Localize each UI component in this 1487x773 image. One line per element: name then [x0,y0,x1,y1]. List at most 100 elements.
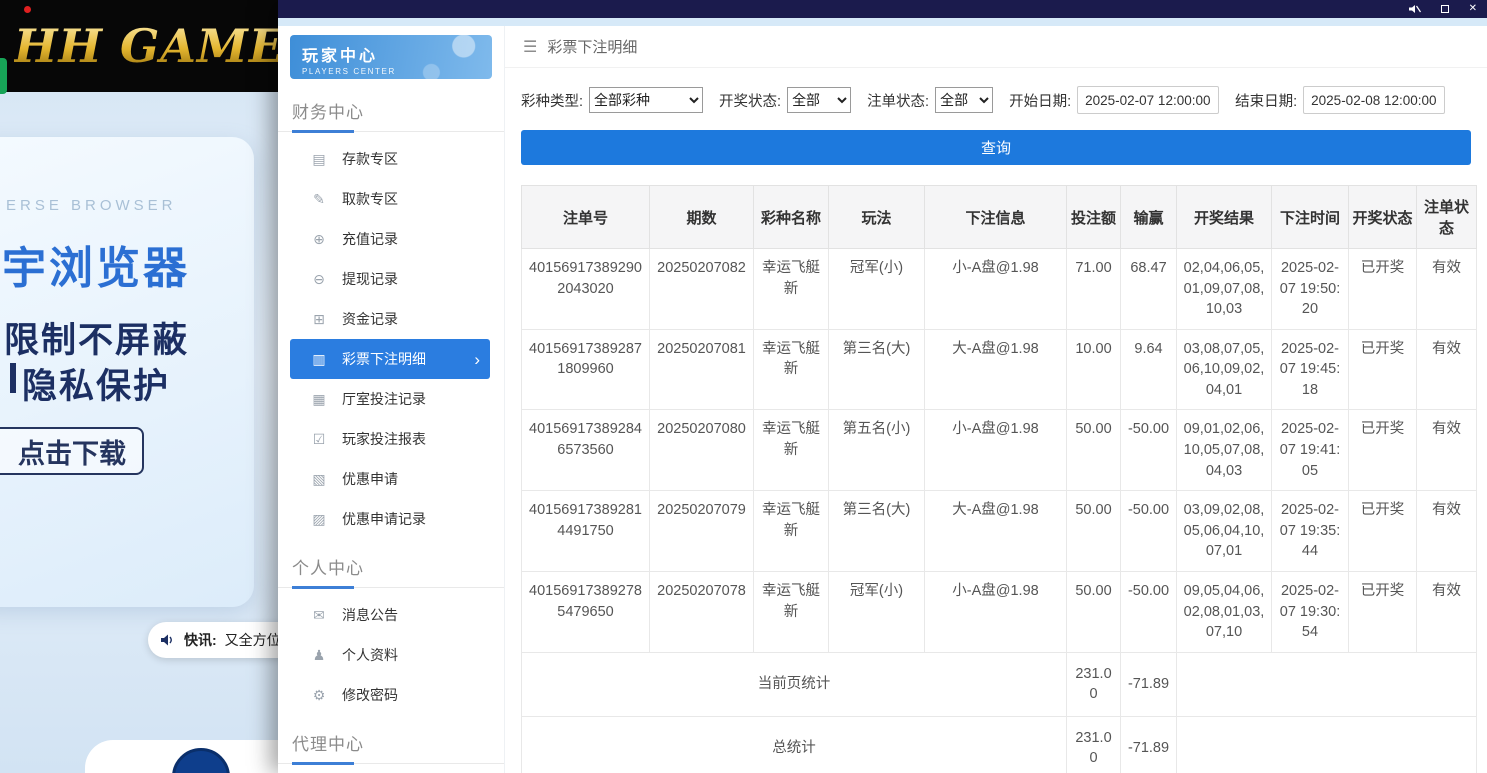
green-tab-decoration [0,58,7,94]
speaker-icon [161,634,172,646]
sidebar-item-label: 消息公告 [342,607,398,623]
sidebar-sections: 财务中心 ▤ 存款专区 ✎ 取款专区 ⊕ 充值记录 ⊖ 提现记录 ⊞ 资金记录 ▥ 彩票下注明细 › ▦ 厅室… [278,83,504,765]
cell-bet-info: 小-A盘@1.98 [924,570,1067,653]
promo-apply-icon: ▧ [312,470,326,487]
cell-draw-status: 已开奖 [1348,409,1417,492]
sidebar-item-deposit[interactable]: ▤ 存款专区 [290,139,490,179]
sidebar-item-recharge-record[interactable]: ⊕ 充值记录 [290,219,490,259]
cell-lottery-name: 幸运飞艇新 [753,570,829,653]
sidebar-item-label: 取款专区 [342,191,398,207]
red-dot-icon [24,6,31,13]
cell-lottery-name: 幸运飞艇新 [753,490,829,572]
cell-period: 20250207078 [649,570,754,653]
search-button[interactable]: 查询 [521,130,1471,165]
cell-play: 第三名(大) [828,328,925,411]
column-header-bet-amount: 投注额 [1066,185,1121,249]
sidebar-item-label: 厅室投注记录 [342,391,426,407]
lottery-type-select[interactable]: 全部彩种 [589,87,704,113]
mute-icon[interactable] [1408,4,1421,14]
cell-bet-time: 2025-02-07 19:30:54 [1271,570,1349,653]
sidebar-item-withdraw[interactable]: ✎ 取款专区 [290,179,490,219]
summary-empty [1176,651,1477,717]
site-logo: HH GAME [14,19,278,73]
page-header: ☰ 彩票下注明细 [505,26,1487,68]
sidebar-item-announcement[interactable]: ✉ 消息公告 [290,595,490,635]
sidebar-item-promo-apply[interactable]: ▧ 优惠申请 [290,459,490,499]
sidebar-section-label: 个人中心 [278,539,504,589]
promo-line3-clipped-stroke [10,363,16,393]
cell-bet-info: 大-A盘@1.98 [924,490,1067,572]
site-background: ERSE BROWSER 宇浏览器 限制不屏蔽 隐私保护 点击下载 快讯: 又全… [0,92,278,773]
hamburger-menu-icon[interactable]: ☰ [523,37,537,57]
ticker-label: 快讯: [184,632,217,648]
table-row: 401569173892785479650 20250207078 幸运飞艇新 冠军(… [521,570,1477,653]
sidebar-item-player-bet-report[interactable]: ☑ 玩家投注报表 [290,419,490,459]
table-row: 401569173892814491750 20250207079 幸运飞艇新 第三名… [521,490,1477,572]
sidebar-item-profile[interactable]: ♟ 个人资料 [290,635,490,675]
chevron-right-icon: › [474,349,480,369]
cell-bet-amount: 71.00 [1066,248,1121,330]
download-button[interactable]: 点击下载 [0,427,144,475]
cell-draw-status: 已开奖 [1348,248,1417,330]
sidebar-item-funds-record[interactable]: ⊞ 资金记录 [290,299,490,339]
maximize-icon[interactable] [1440,5,1449,13]
lottery-bet-detail-icon: ▥ [312,350,326,367]
cell-period: 20250207082 [649,248,754,330]
cell-bet-info: 小-A盘@1.98 [924,409,1067,492]
cell-order-status: 有效 [1416,570,1477,653]
column-header-draw-status: 开奖状态 [1348,185,1417,249]
cell-bet-info: 小-A盘@1.98 [924,248,1067,330]
cell-bet-time: 2025-02-07 19:41:05 [1271,409,1349,492]
order-status-select[interactable]: 全部 [935,87,994,113]
start-date-input[interactable] [1077,86,1220,114]
promo-apply-record-icon: ▨ [312,510,326,527]
announcement-icon: ✉ [313,606,325,623]
bet-table: 注单号 期数 彩种名称 玩法 下注信息 投注额 输赢 开奖结果 下注时间 开奖状态 注单状态 401… [521,185,1477,773]
cell-order-id: 401569173892785479650 [521,570,650,653]
filter-bar: 彩种类型: 全部彩种 开奖状态: 全部 注单状态: 全部 开始日期: 2025-… [505,68,1487,114]
titlebar-accent-strip [278,18,1487,26]
cell-order-id: 401569173892902043020 [521,248,650,330]
bet-table-wrap: 注单号 期数 彩种名称 玩法 下注信息 投注额 输赢 开奖结果 下注时间 开奖状态 注单状态 401… [505,165,1487,773]
profile-icon: ♟ [312,646,326,663]
cell-order-id: 401569173892871809960 [521,328,650,411]
sidebar-item-promo-apply-record[interactable]: ▨ 优惠申请记录 [290,499,490,539]
cell-bet-amount: 50.00 [1066,490,1121,572]
promo-card: ERSE BROWSER 宇浏览器 限制不屏蔽 隐私保护 点击下载 [0,137,254,607]
promo-title: 宇浏览器 [2,244,190,293]
sidebar-item-lottery-bet-detail[interactable]: ▥ 彩票下注明细 › [290,339,490,379]
password-icon: ⚙ [312,686,326,703]
sidebar-item-label: 提现记录 [342,271,398,287]
sidebar-section-label: 代理中心 [278,715,504,765]
start-date-label: 开始日期: [1009,93,1072,110]
funds-record-icon: ⊞ [313,310,325,327]
promo-line2: 限制不屏蔽 [4,321,190,360]
column-header-bet-info: 下注信息 [924,185,1067,249]
cell-order-status: 有效 [1416,248,1477,330]
cell-draw-status: 已开奖 [1348,570,1417,653]
cell-bet-info: 大-A盘@1.98 [924,328,1067,411]
cell-bet-time: 2025-02-07 19:50:20 [1271,248,1349,330]
cell-bet-amount: 50.00 [1066,409,1121,492]
column-header-win-loss: 输赢 [1120,185,1177,249]
cell-order-status: 有效 [1416,328,1477,411]
end-date-label: 结束日期: [1235,93,1298,110]
sidebar-item-withdraw-record[interactable]: ⊖ 提现记录 [290,259,490,299]
table-row: 401569173892871809960 20250207081 幸运飞艇新 第三名… [521,328,1477,411]
cell-draw-result: 02,04,06,05,01,09,07,08,10,03 [1176,248,1272,330]
sidebar-item-label: 彩票下注明细 [342,351,426,367]
sidebar-subtitle: PLAYERS CENTER [302,67,396,76]
sidebar-item-hall-bet-record[interactable]: ▦ 厅室投注记录 [290,379,490,419]
sidebar-item-password[interactable]: ⚙ 修改密码 [290,675,490,715]
cell-draw-result: 09,01,02,06,10,05,07,08,04,03 [1176,409,1272,492]
summary-row: 总统计 231.00 -71.89 [521,715,1477,773]
cell-lottery-name: 幸运飞艇新 [753,409,829,492]
cell-lottery-name: 幸运飞艇新 [753,328,829,411]
withdraw-icon: ✎ [313,190,325,207]
end-date-input[interactable] [1303,86,1446,114]
close-icon[interactable]: ✕ [1469,4,1477,14]
sidebar-header: 玩家中心 PLAYERS CENTER [290,35,492,79]
column-header-period: 期数 [649,185,754,249]
draw-status-select[interactable]: 全部 [787,87,852,113]
summary-label: 总统计 [521,715,1067,773]
